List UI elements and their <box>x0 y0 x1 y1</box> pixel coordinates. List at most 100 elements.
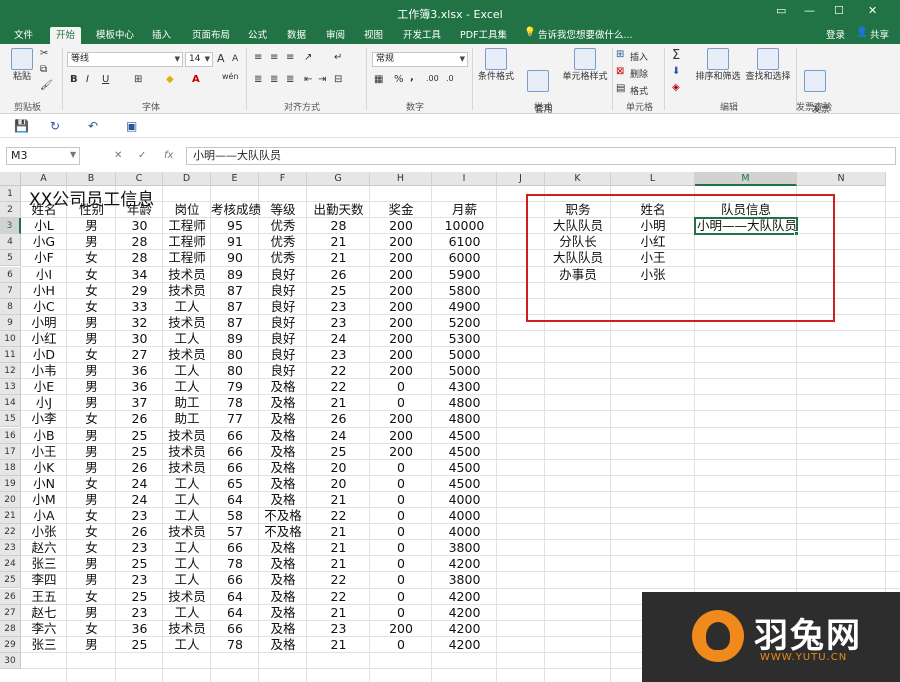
table-cell[interactable]: 64 <box>211 589 259 605</box>
table-cell[interactable]: 女 <box>67 524 116 540</box>
table-cell[interactable]: 0 <box>370 572 432 588</box>
font-color-icon[interactable]: A <box>192 74 200 85</box>
table-cell[interactable]: 5200 <box>432 315 497 331</box>
table-cell[interactable]: 66 <box>211 460 259 476</box>
table-cell[interactable]: 男 <box>67 395 116 411</box>
table-header-cell[interactable]: 等级 <box>259 202 307 218</box>
column-header-f[interactable]: F <box>259 172 307 186</box>
table-cell[interactable]: 23 <box>116 572 163 588</box>
row-header-4[interactable]: 4 <box>0 234 21 251</box>
table-cell[interactable]: 女 <box>67 283 116 299</box>
table-cell[interactable]: 王五 <box>21 589 67 605</box>
align-left-icon[interactable]: ≣ <box>254 74 262 85</box>
table-cell[interactable]: 及格 <box>259 444 307 460</box>
table-cell[interactable]: 工人 <box>163 363 211 379</box>
column-header-a[interactable]: A <box>21 172 67 186</box>
table-cell[interactable]: 66 <box>211 540 259 556</box>
maximize-button[interactable]: ☐ <box>834 4 844 17</box>
table-cell[interactable]: 及格 <box>259 476 307 492</box>
table-cell[interactable]: 张三 <box>21 556 67 572</box>
shrink-font-button[interactable]: A <box>232 54 238 64</box>
table-cell[interactable]: 女 <box>67 540 116 556</box>
tab-template-center[interactable]: 模板中心 <box>90 27 140 44</box>
row-header-22[interactable]: 22 <box>0 524 21 541</box>
table-cell[interactable]: 26 <box>116 524 163 540</box>
table-cell[interactable]: 6100 <box>432 234 497 250</box>
table-cell[interactable]: 87 <box>211 299 259 315</box>
table-cell[interactable]: 0 <box>370 589 432 605</box>
table-cell[interactable]: 4000 <box>432 524 497 540</box>
table-cell[interactable]: 小L <box>21 218 67 234</box>
table-cell[interactable]: 技术员 <box>163 589 211 605</box>
table-cell[interactable]: 26 <box>116 411 163 427</box>
table-cell[interactable]: 57 <box>211 524 259 540</box>
decrease-indent-icon[interactable]: ⇤ <box>304 74 312 85</box>
redo-icon[interactable]: ↻ <box>50 119 60 133</box>
tab-pdf-tools[interactable]: PDF工具集 <box>454 27 513 44</box>
fill-handle[interactable] <box>794 231 799 237</box>
table-cell[interactable]: 小D <box>21 347 67 363</box>
table-cell[interactable]: 及格 <box>259 411 307 427</box>
table-cell[interactable]: 工人 <box>163 331 211 347</box>
table-cell[interactable]: 助工 <box>163 411 211 427</box>
table-cell[interactable]: 30 <box>116 331 163 347</box>
table-cell[interactable]: 小C <box>21 299 67 315</box>
italic-button[interactable]: I <box>86 74 89 85</box>
table-cell[interactable]: 技术员 <box>163 347 211 363</box>
row-header-16[interactable]: 16 <box>0 427 21 444</box>
table-cell[interactable]: 小红 <box>21 331 67 347</box>
table-cell[interactable]: 23 <box>116 605 163 621</box>
table-cell[interactable]: 小张 <box>21 524 67 540</box>
table-header-cell[interactable]: 月薪 <box>432 202 497 218</box>
table-cell[interactable]: 小韦 <box>21 363 67 379</box>
table-cell[interactable]: 66 <box>211 621 259 637</box>
tab-review[interactable]: 审阅 <box>320 27 351 44</box>
table-cell[interactable]: 及格 <box>259 460 307 476</box>
table-cell[interactable]: 男 <box>67 218 116 234</box>
table-cell[interactable]: 0 <box>370 556 432 572</box>
clear-icon[interactable]: ◈ <box>672 82 680 93</box>
table-cell[interactable]: 28 <box>307 218 370 234</box>
table-cell[interactable]: 22 <box>307 379 370 395</box>
row-header-20[interactable]: 20 <box>0 491 21 508</box>
table-cell[interactable]: 良好 <box>259 267 307 283</box>
table-cell[interactable]: 89 <box>211 267 259 283</box>
table-cell[interactable]: 4500 <box>432 428 497 444</box>
table-cell[interactable]: 4500 <box>432 444 497 460</box>
table-cell[interactable]: 32 <box>116 315 163 331</box>
table-cell[interactable]: 200 <box>370 315 432 331</box>
table-cell[interactable]: 女 <box>67 508 116 524</box>
table-cell[interactable]: 李六 <box>21 621 67 637</box>
table-header-cell[interactable]: 出勤天数 <box>307 202 370 218</box>
table-cell[interactable]: 及格 <box>259 556 307 572</box>
table-cell[interactable]: 24 <box>116 492 163 508</box>
cut-icon[interactable]: ✂ <box>40 48 48 59</box>
table-cell[interactable]: 200 <box>370 331 432 347</box>
table-cell[interactable]: 26 <box>307 267 370 283</box>
table-cell[interactable]: 0 <box>370 460 432 476</box>
table-cell[interactable]: 男 <box>67 428 116 444</box>
login-link[interactable]: 登录 <box>826 27 845 41</box>
table-cell[interactable]: 0 <box>370 379 432 395</box>
formula-input[interactable]: 小明——大队队员 <box>186 147 896 165</box>
table-cell[interactable]: 0 <box>370 637 432 653</box>
table-cell[interactable]: 0 <box>370 395 432 411</box>
table-cell[interactable]: 男 <box>67 556 116 572</box>
table-cell[interactable]: 工程师 <box>163 234 211 250</box>
sheet-title-cell[interactable]: XX公司员工信息 <box>29 185 154 210</box>
table-cell[interactable]: 21 <box>307 492 370 508</box>
column-header-g[interactable]: G <box>307 172 370 186</box>
table-header-cell[interactable]: 考核成绩 <box>211 202 261 218</box>
row-header-23[interactable]: 23 <box>0 540 21 557</box>
table-cell[interactable]: 男 <box>67 363 116 379</box>
table-cell[interactable]: 64 <box>211 492 259 508</box>
table-cell[interactable]: 21 <box>307 540 370 556</box>
table-cell[interactable]: 4200 <box>432 556 497 572</box>
delete-cells-button[interactable]: 删除 <box>630 67 648 80</box>
table-cell[interactable]: 0 <box>370 492 432 508</box>
align-right-icon[interactable]: ≣ <box>286 74 294 85</box>
table-cell[interactable]: 及格 <box>259 428 307 444</box>
table-cell[interactable]: 4200 <box>432 621 497 637</box>
table-cell[interactable]: 男 <box>67 572 116 588</box>
table-cell[interactable]: 小明 <box>21 315 67 331</box>
